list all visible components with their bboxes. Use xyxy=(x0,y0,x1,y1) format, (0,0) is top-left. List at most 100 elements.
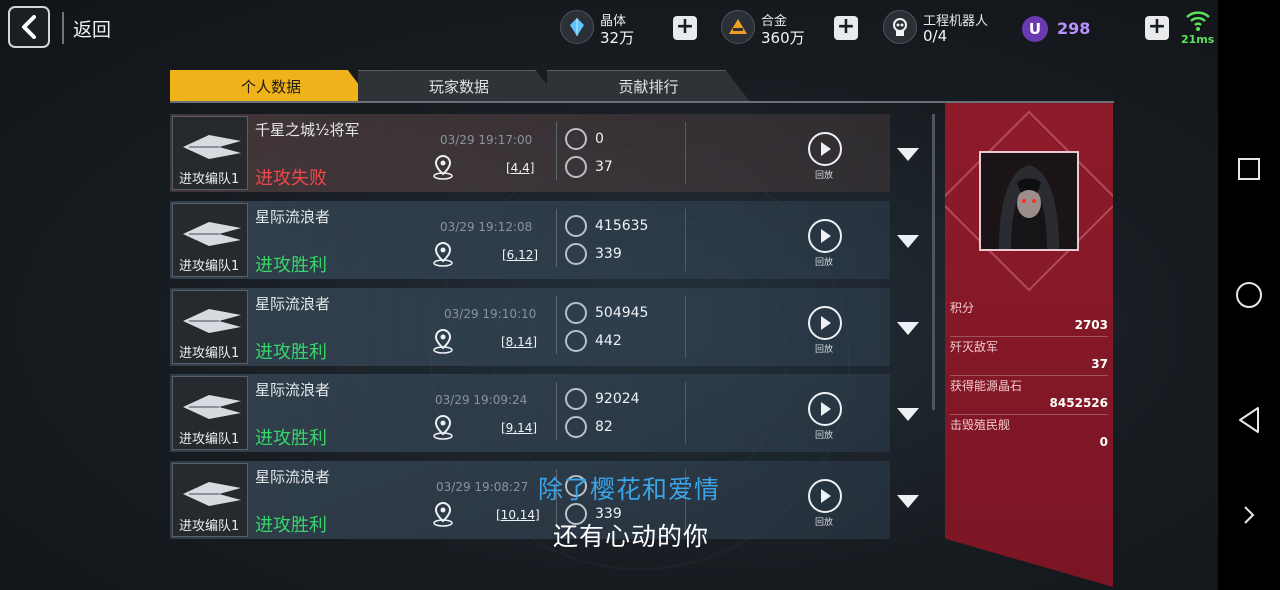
battle-result: 进攻胜利 xyxy=(255,255,327,276)
expand-arrow-icon[interactable] xyxy=(896,406,920,422)
location-pin-icon xyxy=(433,241,453,267)
top-bar: 返回 晶体 32万 + 合金 360万 + 工程机器人 0/4 U 298 + … xyxy=(0,0,1264,58)
replay-label: 回放 xyxy=(815,171,834,181)
damage-value: 415635 xyxy=(595,218,649,234)
expand-arrow-icon[interactable] xyxy=(896,493,920,509)
home-button[interactable] xyxy=(1234,280,1264,310)
tab-contribution-ranking[interactable]: 贡献排行 xyxy=(547,70,750,102)
fleet-thumbnail: 进攻编队1 xyxy=(172,376,248,450)
battle-record[interactable]: 进攻编队1 星际流浪者 进攻胜利 03/29 19:08:27 [10,14] … xyxy=(170,461,919,539)
replay-label: 回放 xyxy=(815,345,834,355)
expand-arrow-icon[interactable] xyxy=(896,320,920,336)
coordinate-link[interactable]: [10,14] xyxy=(496,508,540,522)
battle-result: 进攻胜利 xyxy=(255,515,327,536)
coordinate-link[interactable]: [6,12] xyxy=(502,248,538,262)
battle-record[interactable]: 进攻编队1 星际流浪者 进攻胜利 03/29 19:12:08 [6,12] 4… xyxy=(170,201,919,279)
fleet-label: 进攻编队1 xyxy=(179,259,240,274)
expand-arrow-icon[interactable] xyxy=(896,146,920,162)
spaceship-icon xyxy=(183,309,241,333)
damage-value: 0 xyxy=(595,131,604,147)
player-summary-panel: 积分 2703 歼灭敌军 37 获得能源晶石 8452526 击毁殖民舰 0 xyxy=(945,103,1113,587)
avatar[interactable] xyxy=(979,151,1079,251)
kill-icon xyxy=(565,243,587,265)
coordinate-link[interactable]: [9,14] xyxy=(501,421,537,435)
opponent-name: 千星之城½将军 xyxy=(255,121,360,139)
divider xyxy=(685,209,686,271)
subtitle-line-2: 还有心动的你 xyxy=(553,522,710,551)
location-pin-icon xyxy=(433,154,453,180)
battle-time: 03/29 19:17:00 xyxy=(440,133,533,147)
stat-enemies-destroyed: 歼灭敌军 37 xyxy=(950,338,1108,376)
damage-value: 504945 xyxy=(595,305,649,321)
back-nav-button[interactable] xyxy=(1234,405,1264,435)
play-icon xyxy=(821,402,831,416)
subtitle-line-1: 除了樱花和爱情 xyxy=(538,475,721,504)
crystal-icon xyxy=(560,10,594,44)
stat-energy-crystals: 获得能源晶石 8452526 xyxy=(950,377,1108,415)
kill-value: 37 xyxy=(595,159,613,175)
stat-label: 击毁殖民舰 xyxy=(950,418,1011,432)
battle-record[interactable]: 进攻编队1 千星之城½将军 进攻失败 03/29 19:17:00 [4,4] … xyxy=(170,114,919,192)
battle-time: 03/29 19:12:08 xyxy=(440,220,533,234)
chevron-right-icon xyxy=(1244,506,1255,524)
divider xyxy=(950,375,1108,376)
fleet-thumbnail: 进攻编队1 xyxy=(172,463,248,537)
tab-personal-data[interactable]: 个人数据 xyxy=(170,70,372,102)
stat-value: 37 xyxy=(1091,357,1108,371)
replay-button[interactable] xyxy=(808,479,842,513)
replay-button[interactable] xyxy=(808,219,842,253)
damage-value: 92024 xyxy=(595,391,640,407)
battle-record[interactable]: 进攻编队1 星际流浪者 进攻胜利 03/29 19:10:10 [8,14] 5… xyxy=(170,288,919,366)
add-premium-button[interactable]: + xyxy=(1145,16,1169,40)
add-alloy-button[interactable]: + xyxy=(834,16,858,40)
back-label: 返回 xyxy=(73,19,112,41)
battle-time: 03/29 19:08:27 xyxy=(436,480,529,494)
divider xyxy=(556,296,557,354)
list-scrollbar[interactable] xyxy=(932,114,935,410)
spaceship-icon xyxy=(183,395,241,419)
resource-value: 32万 xyxy=(600,29,635,47)
stat-label: 积分 xyxy=(950,301,975,315)
back-button[interactable] xyxy=(8,6,50,48)
coordinate-link[interactable]: [8,14] xyxy=(501,335,537,349)
recents-button[interactable] xyxy=(1234,154,1264,184)
divider xyxy=(556,209,557,267)
replay-label: 回放 xyxy=(815,431,834,441)
robot-icon xyxy=(883,10,917,44)
fleet-thumbnail: 进攻编队1 xyxy=(172,203,248,277)
location-pin-icon xyxy=(433,414,453,440)
divider xyxy=(556,122,557,180)
coordinate-link[interactable]: [4,4] xyxy=(506,161,534,175)
play-icon xyxy=(821,316,831,330)
battle-result: 进攻失败 xyxy=(255,168,327,189)
add-crystal-button[interactable]: + xyxy=(673,16,697,40)
replay-label: 回放 xyxy=(815,518,834,528)
fleet-label: 进攻编队1 xyxy=(179,432,240,447)
triangle-back-icon xyxy=(1239,407,1259,433)
tab-bar: 个人数据 玩家数据 贡献排行 xyxy=(170,70,1114,102)
opponent-name: 星际流浪者 xyxy=(255,468,331,486)
tab-player-data[interactable]: 玩家数据 xyxy=(358,70,560,102)
play-icon xyxy=(821,229,831,243)
fleet-thumbnail: 进攻编队1 xyxy=(172,290,248,364)
kill-icon xyxy=(565,330,587,352)
hooded-commander-avatar xyxy=(981,153,1077,249)
location-pin-icon xyxy=(433,328,453,354)
alloy-icon xyxy=(721,10,755,44)
replay-button[interactable] xyxy=(808,306,842,340)
expand-nav-button[interactable] xyxy=(1234,500,1264,530)
expand-arrow-icon[interactable] xyxy=(896,233,920,249)
kill-icon xyxy=(565,416,587,438)
square-icon xyxy=(1238,158,1260,180)
stat-label: 歼灭敌军 xyxy=(950,340,999,354)
play-icon xyxy=(821,142,831,156)
location-pin-icon xyxy=(433,501,453,527)
damage-icon xyxy=(565,388,587,410)
fleet-label: 进攻编队1 xyxy=(179,346,240,361)
replay-button[interactable] xyxy=(808,132,842,166)
resource-value: 0/4 xyxy=(923,27,948,45)
opponent-name: 星际流浪者 xyxy=(255,381,331,399)
replay-button[interactable] xyxy=(808,392,842,426)
battle-record[interactable]: 进攻编队1 星际流浪者 进攻胜利 03/29 19:09:24 [9,14] 9… xyxy=(170,374,919,452)
ping-value: 21ms xyxy=(1181,33,1215,46)
